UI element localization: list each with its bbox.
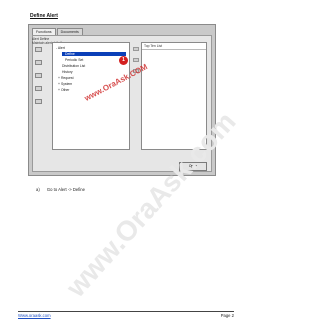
tree-item-distribution-list[interactable]: Distribution List (62, 64, 85, 68)
tree-item-periodic-set[interactable]: Periodic Set (65, 58, 83, 62)
footer-divider (18, 311, 234, 312)
tab-documents[interactable]: Documents (56, 28, 83, 35)
tree-item-request[interactable]: + Request (58, 76, 74, 80)
add-to-top-ten-button[interactable] (133, 47, 139, 51)
collapse-all-button[interactable] (35, 99, 42, 104)
page-number: Page 2 (220, 313, 234, 318)
page-heading: Define Alert (30, 13, 58, 19)
tree-item-other[interactable]: + Other (58, 88, 69, 92)
instruction-step: a) Go to Alert -> Define (36, 187, 85, 192)
tab-functions[interactable]: Functions (32, 28, 56, 35)
navigator-tabs: Functions Documents (32, 28, 84, 35)
tree-item-label: System (60, 82, 73, 86)
tree-item-label: Define (65, 52, 75, 56)
expand-button[interactable] (35, 47, 42, 52)
step-text: Go to Alert -> Define (46, 187, 85, 192)
tree-item-label: Request (60, 76, 74, 80)
tree-item-history[interactable]: History (62, 70, 73, 74)
tree-item-define[interactable]: Define (62, 52, 126, 56)
tree-item-system[interactable]: + System (58, 82, 72, 86)
tree-item-alert[interactable]: - Alert (56, 46, 65, 50)
tree-item-label: Alert (57, 46, 65, 50)
footer-website-link[interactable]: Www.oraask.com (18, 313, 51, 318)
top-ten-header: Top Ten List (142, 43, 206, 50)
tree-item-label: Other (60, 88, 70, 92)
remove-from-top-ten-button[interactable] (133, 58, 139, 62)
expand-tools (35, 47, 42, 112)
expand-all-button[interactable] (35, 86, 42, 91)
step-letter: a) (36, 187, 40, 192)
step-marker-badge: 1 (119, 56, 128, 65)
collapse-button[interactable] (35, 60, 42, 65)
expand-branch-button[interactable] (35, 73, 42, 78)
